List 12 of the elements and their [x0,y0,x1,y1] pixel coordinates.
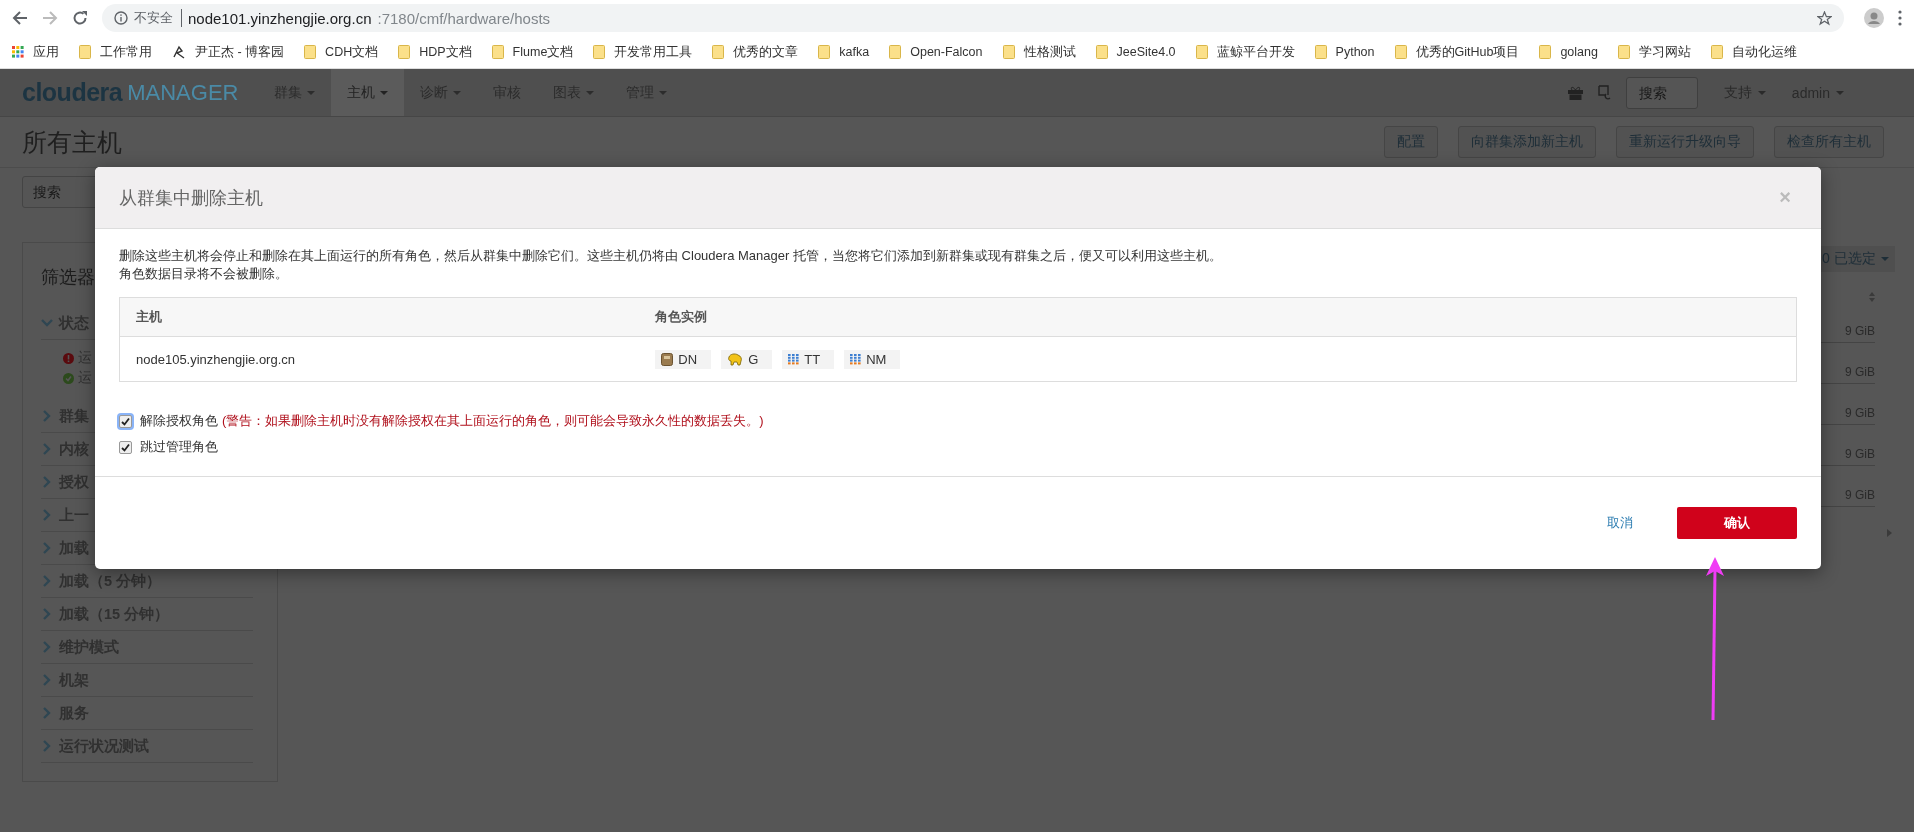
dialog-message: 角色数据目录将不会被删除。 [119,265,289,283]
dialog-message: 删除这些主机将会停止和删除在其上面运行的所有角色，然后从群集中删除它们。这些主机仍将由 Cloudera Manager 托管，当您将它们添加到新群集或现有群集之后，便又可以利用这些主机。 [119,247,1223,265]
logo-product: MANAGER [127,79,239,106]
column-header: 角色实例 [639,297,1797,337]
filter-title: 筛选器 [41,266,95,289]
security-label: 不安全 [134,9,182,27]
url-path: :7180/cmf/hardware/hosts [377,9,551,27]
url-host: node101.yinzhengjie.org.cn [188,9,372,27]
dialog-title: 从群集中删除主机 [119,186,263,210]
warning-text: (警告：如果删除主机时没有解除授权在其上面运行的角色，则可能会导致永久性的数据丢失。) [222,412,764,430]
column-header: 主机 [119,297,640,337]
table-cell: node105.yinzhengjie.org.cn [119,336,640,382]
